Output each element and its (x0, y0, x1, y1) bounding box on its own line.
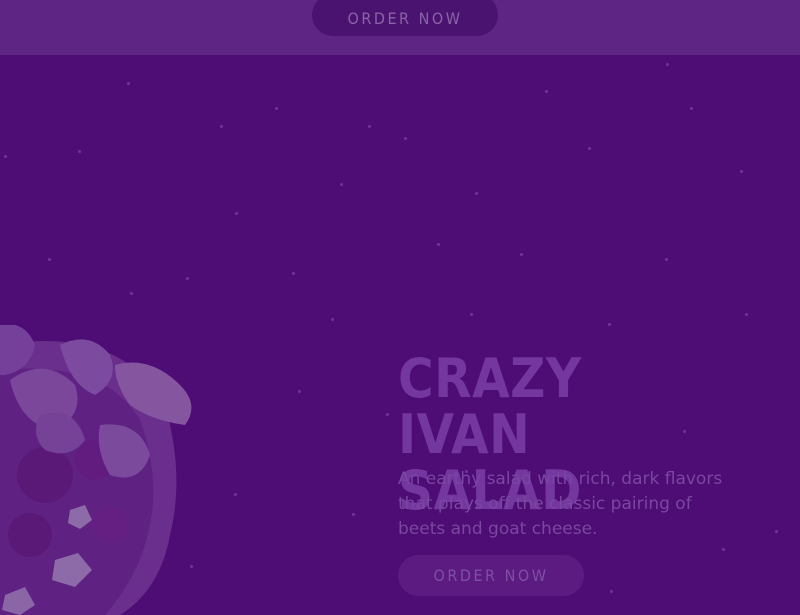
salad-bowl-image (0, 325, 192, 615)
star-dot (475, 192, 478, 195)
star-dot (130, 292, 133, 295)
star-dot (292, 272, 295, 275)
star-dot (775, 530, 778, 533)
star-dot (610, 590, 613, 593)
star-dot (588, 147, 591, 150)
star-dot (340, 183, 343, 186)
star-dot (78, 150, 81, 153)
star-dot (470, 313, 473, 316)
star-dot (275, 107, 278, 110)
star-dot (666, 63, 669, 66)
star-dot (298, 390, 301, 393)
star-dot (665, 258, 668, 261)
star-dot (331, 318, 334, 321)
star-dot (745, 313, 748, 316)
star-dot (368, 125, 371, 128)
star-dot (545, 90, 548, 93)
star-dot (608, 323, 611, 326)
star-dot (690, 107, 693, 110)
hero-title-line-1: CRAZY IVAN (398, 347, 582, 466)
star-dot (740, 170, 743, 173)
top-order-now-button[interactable]: ORDER NOW (312, 0, 498, 36)
top-order-banner: ORDER NOW (0, 0, 800, 55)
hero-section: CRAZY IVAN SALAD An earthy salad with ri… (0, 55, 800, 615)
star-dot (404, 137, 407, 140)
star-dot (127, 82, 130, 85)
hero-order-now-button[interactable]: ORDER NOW (398, 555, 584, 596)
star-dot (520, 253, 523, 256)
star-dot (235, 212, 238, 215)
hero-description: An earthy salad with rich, dark flavors … (398, 469, 723, 539)
star-dot (220, 125, 223, 128)
star-dot (234, 493, 237, 496)
star-dot (437, 243, 440, 246)
star-dot (386, 413, 389, 416)
star-dot (352, 513, 355, 516)
star-dot (186, 277, 189, 280)
star-dot (48, 258, 51, 261)
star-dot (722, 548, 725, 551)
star-dot (4, 155, 7, 158)
page: ORDER NOW CRAZY IVAN SALAD An earthy sal… (0, 0, 800, 615)
